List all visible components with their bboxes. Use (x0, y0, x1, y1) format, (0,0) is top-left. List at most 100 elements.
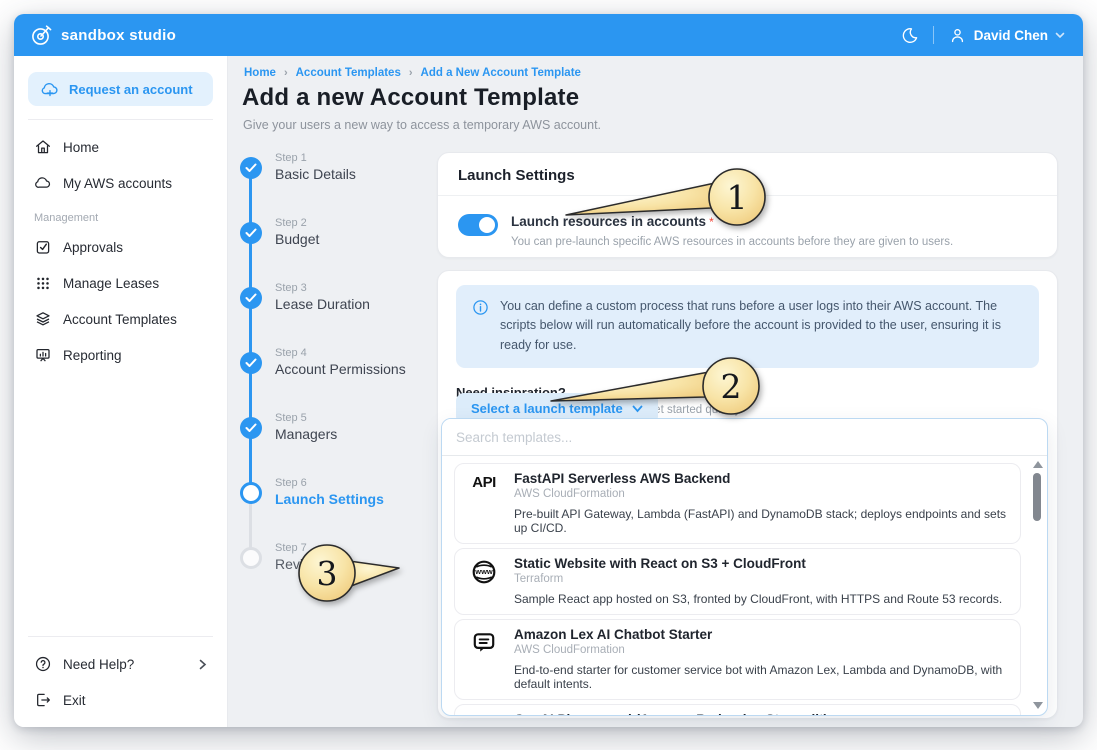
step-circle-3[interactable] (240, 287, 262, 309)
template-item-genai-playground[interactable]: GenAI Playground (Amazon Bedrock + Strea… (454, 704, 1021, 716)
template-search-input[interactable] (442, 419, 1023, 455)
check-icon (245, 423, 257, 433)
step-circle-4[interactable] (240, 352, 262, 374)
cloud-plus-icon (40, 80, 60, 98)
target-pen-icon (30, 23, 53, 47)
header-divider (933, 26, 934, 44)
step-number: Step 2 (275, 217, 445, 229)
sidebar-item-manage-leases[interactable]: Manage Leases (28, 266, 213, 300)
sidebar-item-need-help[interactable]: Need Help? (28, 647, 213, 681)
step-label: Review (275, 556, 445, 572)
template-item-static-website[interactable]: www Static Website with React on S3 + Cl… (454, 548, 1021, 615)
step-circle-1[interactable] (240, 157, 262, 179)
check-icon (245, 358, 257, 368)
step-number: Step 6 (275, 477, 445, 489)
sidebar-item-approvals[interactable]: Approvals (28, 230, 213, 264)
report-board-icon (34, 346, 52, 364)
template-item-lex-chatbot[interactable]: Amazon Lex AI Chatbot Starter AWS CloudF… (454, 619, 1021, 700)
template-provider: Terraform (514, 573, 1002, 585)
sidebar-item-account-templates[interactable]: Account Templates (28, 302, 213, 336)
step-number: Step 5 (275, 412, 445, 424)
sidebar-divider (28, 119, 213, 120)
breadcrumb: Home › Account Templates › Add a New Acc… (244, 67, 581, 79)
breadcrumb-link-home[interactable]: Home (244, 67, 276, 79)
breadcrumb-separator: › (409, 67, 413, 79)
template-item-fastapi[interactable]: API FastAPI Serverless AWS Backend AWS C… (454, 463, 1021, 544)
chevron-down-icon (1055, 32, 1065, 39)
template-provider: AWS CloudFormation (514, 488, 1008, 500)
step-label: Account Permissions (275, 361, 445, 377)
step-2[interactable]: Step 2 Budget (275, 217, 445, 247)
sidebar-item-label: Account Templates (63, 312, 177, 327)
step-7[interactable]: Step 7 Review (275, 542, 445, 572)
check-icon (245, 163, 257, 173)
template-title: Static Website with React on S3 + CloudF… (514, 556, 1002, 571)
sidebar-item-my-aws-accounts[interactable]: My AWS accounts (28, 166, 213, 200)
sidebar-section-management: Management (34, 212, 207, 224)
required-asterisk: * (709, 215, 714, 229)
chevron-down-icon (632, 405, 643, 413)
step-label: Budget (275, 231, 445, 247)
breadcrumb-link-account-templates[interactable]: Account Templates (296, 67, 401, 79)
step-3[interactable]: Step 3 Lease Duration (275, 282, 445, 312)
step-6[interactable]: Step 6 Launch Settings (275, 477, 445, 507)
chevron-right-icon (199, 659, 207, 670)
request-account-button[interactable]: Request an account (28, 72, 213, 106)
toggle-help-text: You can pre-launch specific AWS resource… (511, 236, 953, 248)
main-content: Home › Account Templates › Add a New Acc… (228, 56, 1083, 727)
breadcrumb-separator: › (284, 67, 288, 79)
dropdown-scrollbar (1032, 461, 1042, 709)
step-number: Step 4 (275, 347, 445, 359)
user-menu[interactable]: David Chen (948, 26, 1065, 45)
home-icon (34, 138, 52, 156)
brain-icon (467, 712, 501, 716)
step-circle-2[interactable] (240, 222, 262, 244)
launch-resources-toggle[interactable] (458, 214, 498, 236)
template-description: End-to-end starter for customer service … (514, 663, 1008, 691)
moon-icon (900, 26, 919, 45)
sidebar-item-label: Reporting (63, 348, 122, 363)
app-window: sandbox studio David Chen (14, 14, 1083, 727)
template-dropdown: API FastAPI Serverless AWS Backend AWS C… (441, 418, 1048, 716)
template-description: Pre-built API Gateway, Lambda (FastAPI) … (514, 507, 1008, 535)
app-name: sandbox studio (61, 27, 176, 44)
sidebar: Request an account Home My AWS accounts … (14, 56, 228, 727)
check-icon (245, 228, 257, 238)
user-name: David Chen (974, 28, 1048, 43)
scroll-up-arrow[interactable] (1033, 461, 1043, 468)
step-circle-5[interactable] (240, 417, 262, 439)
sidebar-item-label: Home (63, 140, 99, 155)
breadcrumb-current[interactable]: Add a New Account Template (421, 67, 581, 79)
template-search (442, 419, 1047, 456)
sidebar-item-label: Approvals (63, 240, 123, 255)
toggle-label: Launch resources in accounts (511, 214, 706, 229)
sidebar-item-exit[interactable]: Exit (28, 683, 213, 717)
step-label: Basic Details (275, 166, 445, 182)
chat-bubble-icon (467, 627, 501, 691)
request-account-label: Request an account (69, 82, 193, 97)
app-logo[interactable]: sandbox studio (30, 23, 176, 47)
step-label: Lease Duration (275, 296, 445, 312)
step-number: Step 1 (275, 152, 445, 164)
api-icon: API (467, 471, 501, 535)
sidebar-item-reporting[interactable]: Reporting (28, 338, 213, 372)
step-circle-6[interactable] (240, 482, 262, 504)
step-circle-7[interactable] (240, 547, 262, 569)
top-header: sandbox studio David Chen (14, 14, 1083, 56)
dark-mode-toggle[interactable] (900, 26, 919, 45)
sidebar-item-label: Exit (63, 693, 86, 708)
step-4[interactable]: Step 4 Account Permissions (275, 347, 445, 377)
step-1[interactable]: Step 1 Basic Details (275, 152, 445, 182)
globe-www-icon: www (467, 556, 501, 606)
stepper-line-completed (249, 168, 252, 493)
template-list: API FastAPI Serverless AWS Backend AWS C… (442, 456, 1047, 716)
sidebar-item-label: Need Help? (63, 657, 134, 672)
sidebar-footer-divider (28, 636, 213, 637)
sidebar-item-label: My AWS accounts (63, 176, 172, 191)
step-number: Step 3 (275, 282, 445, 294)
sidebar-item-home[interactable]: Home (28, 130, 213, 164)
step-label: Launch Settings (275, 491, 445, 507)
scroll-down-arrow[interactable] (1033, 702, 1043, 709)
scrollbar-thumb[interactable] (1033, 473, 1041, 521)
step-5[interactable]: Step 5 Managers (275, 412, 445, 442)
